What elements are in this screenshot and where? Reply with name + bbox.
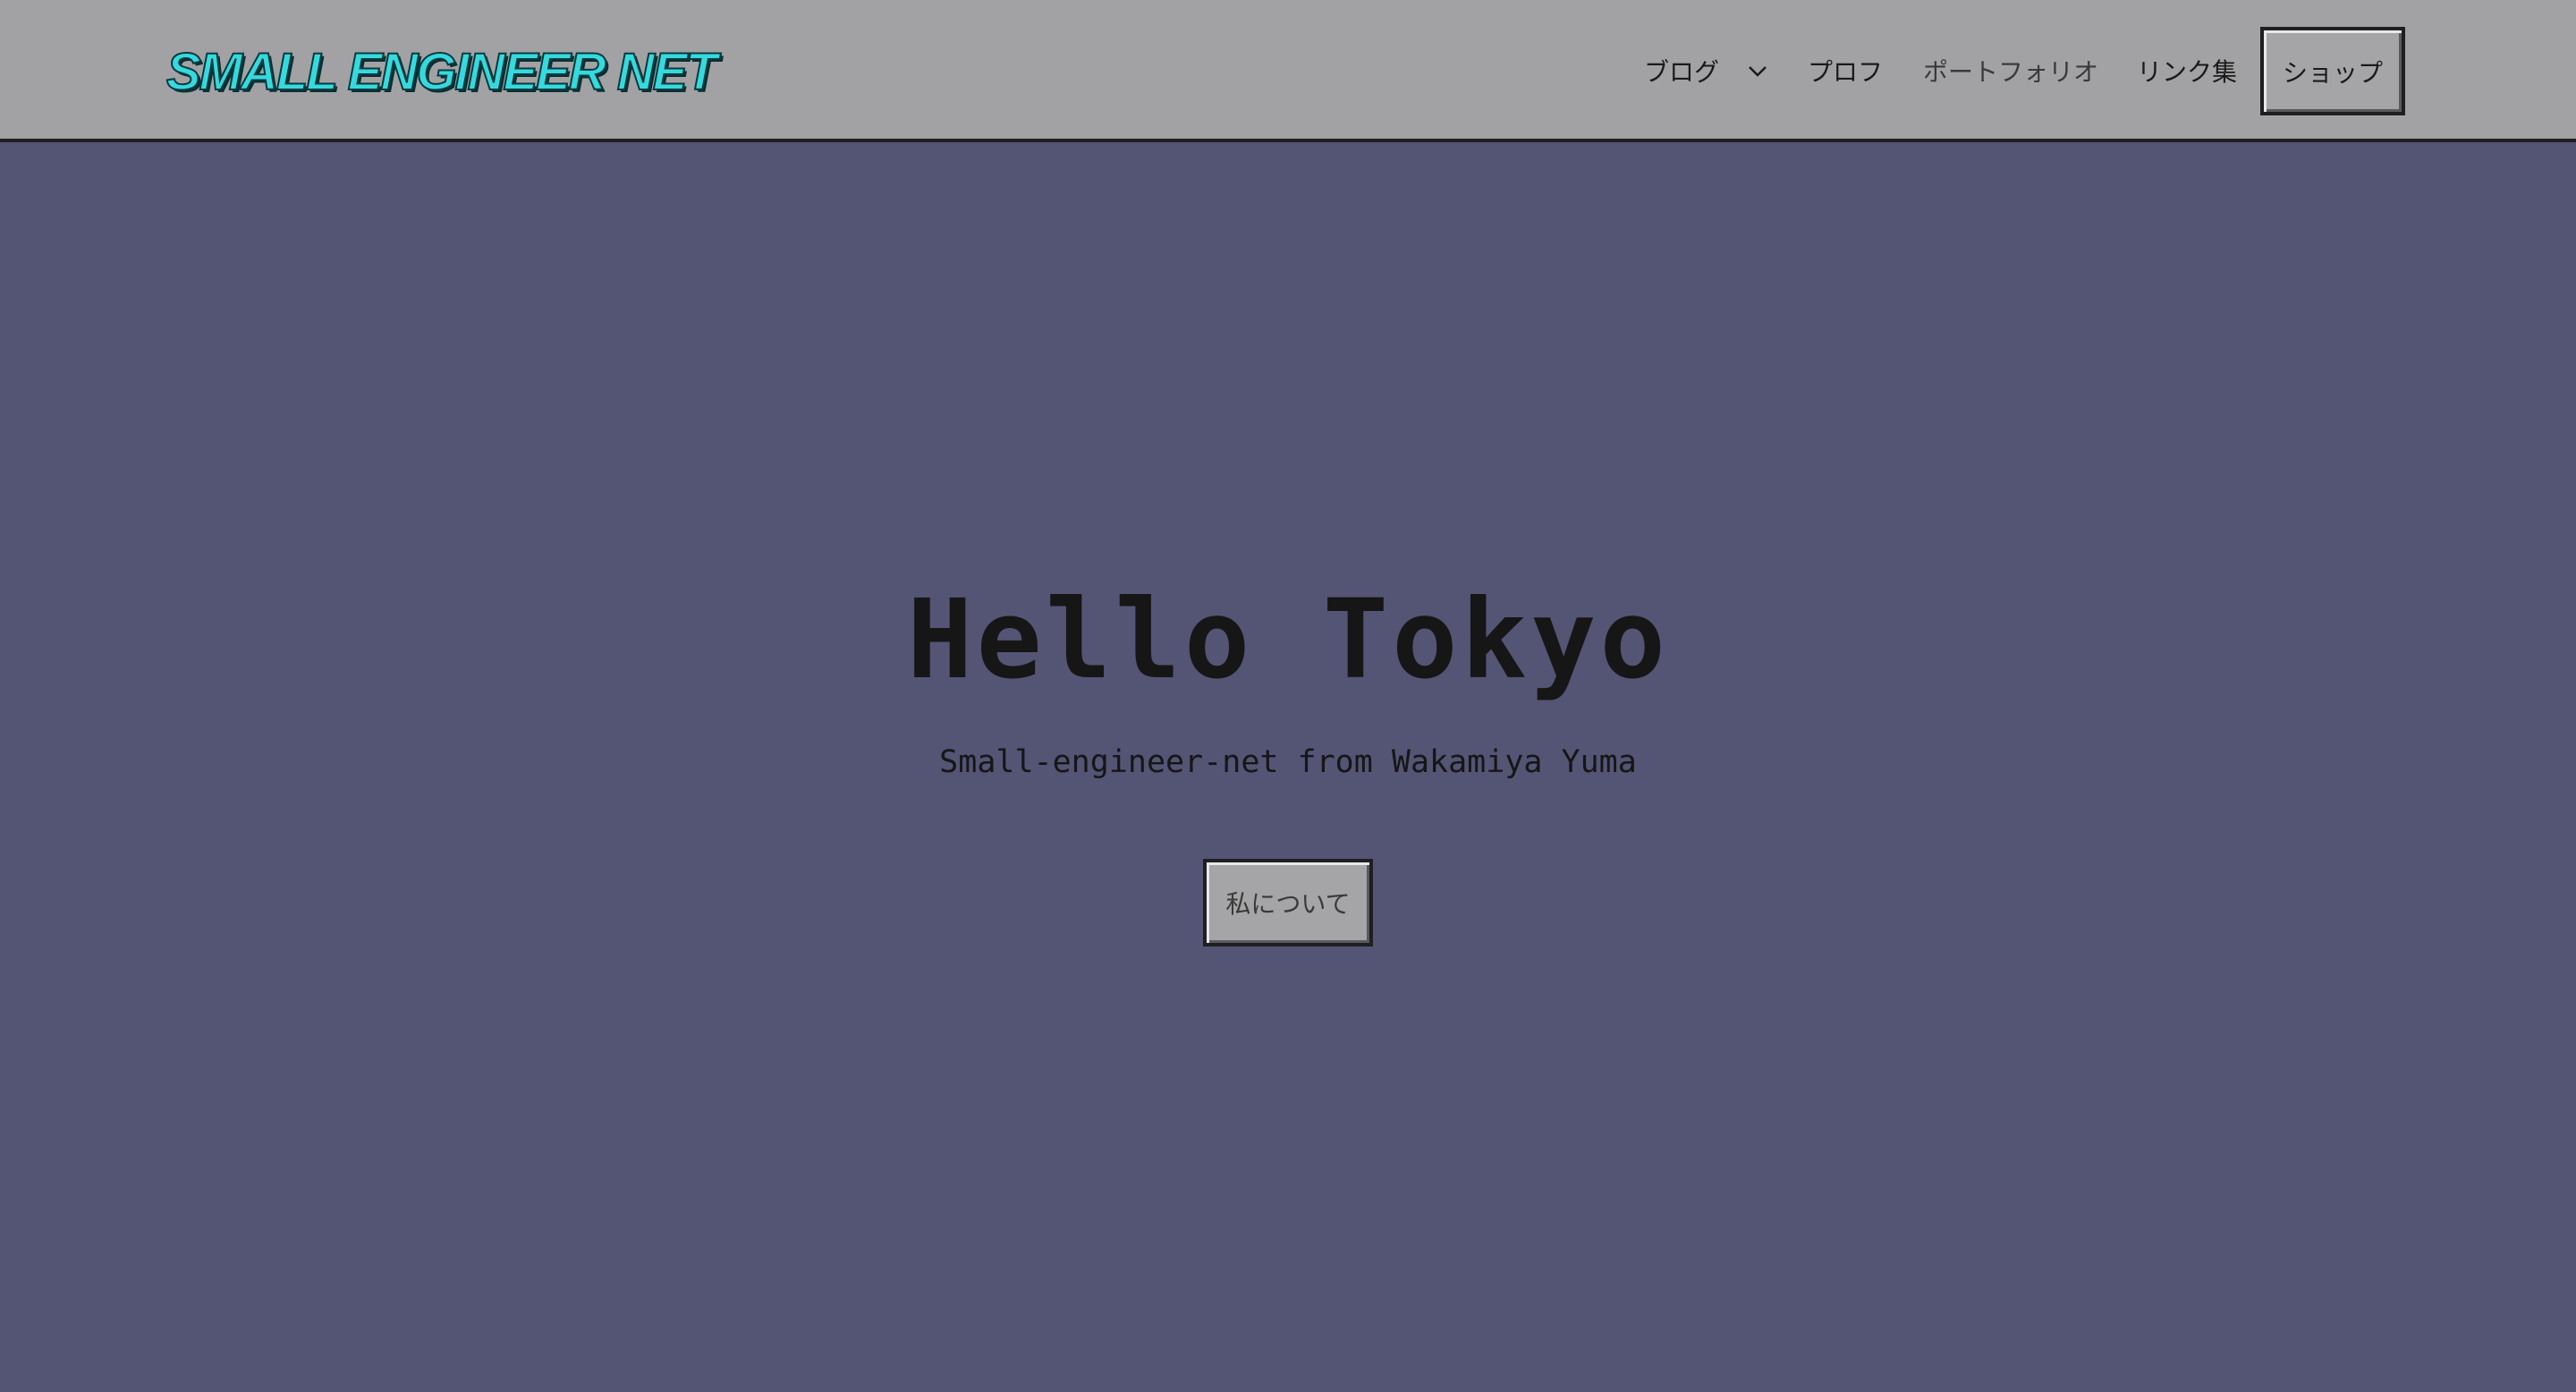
shop-button-label: ショップ bbox=[2282, 57, 2383, 88]
nav-item-links-label: リンク集 bbox=[2137, 57, 2238, 87]
nav-item-profile-label: プロフ bbox=[1808, 57, 1884, 87]
shop-button[interactable]: ショップ bbox=[2260, 27, 2405, 115]
nav-item-links[interactable]: リンク集 bbox=[2137, 50, 2237, 91]
main-nav: ブログ プロフ ポートフォリオ リンク集 ショップ bbox=[0, 0, 2576, 142]
nav-item-profile[interactable]: プロフ bbox=[1808, 50, 1883, 91]
chevron-down-icon bbox=[1749, 66, 1767, 77]
about-me-button[interactable]: 私について bbox=[1203, 859, 1373, 946]
hero-title: Hello Tokyo bbox=[907, 576, 1669, 703]
site-header: SMALL ENGINEER NET ブログ プロフ ポートフォリオ リンク集 … bbox=[0, 0, 2576, 142]
nav-item-blog-label: ブログ bbox=[1644, 57, 1720, 87]
about-me-button-label: 私について bbox=[1225, 889, 1351, 919]
nav-item-portfolio-label: ポートフォリオ bbox=[1923, 57, 2099, 87]
hero-subtitle: Small-engineer-net from Wakamiya Yuma bbox=[939, 744, 1637, 780]
nav-item-portfolio[interactable]: ポートフォリオ bbox=[1923, 50, 2098, 91]
nav-item-blog[interactable]: ブログ bbox=[1644, 50, 1769, 91]
